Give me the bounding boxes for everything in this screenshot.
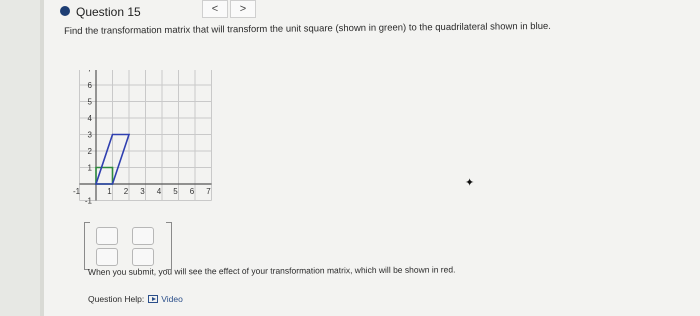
left-panel-strip	[0, 0, 44, 316]
video-help-link[interactable]: Video	[148, 294, 183, 304]
y-tick-label: 6	[88, 81, 93, 90]
y-tick-label: 2	[88, 147, 93, 156]
question-help: Question Help: Video	[88, 294, 183, 304]
y-tick-label: 1	[88, 164, 93, 173]
x-tick-label: 2	[124, 187, 129, 196]
y-tick-label: 5	[88, 98, 93, 107]
x-tick-label: 1	[107, 187, 112, 196]
next-question-button[interactable]: >	[230, 0, 256, 18]
graph-canvas: 7 6 5 4 3 2 1 -1 -1 1 2 3 4 5 6 7	[73, 70, 212, 206]
x-tick-label: -1	[73, 187, 81, 196]
y-tick-label: 3	[88, 131, 93, 140]
y-tick-label: 4	[88, 114, 93, 123]
x-tick-label: 3	[140, 187, 145, 196]
question-help-label: Question Help:	[88, 294, 145, 304]
matrix-cell-r2c2[interactable]	[132, 248, 154, 266]
matrix-input	[84, 222, 174, 272]
mouse-cursor-icon: ✦	[465, 177, 475, 189]
matrix-cell-r1c1[interactable]	[96, 227, 118, 245]
y-tick-label: 7	[88, 70, 93, 74]
y-tick-label: -1	[85, 197, 93, 206]
previous-question-button[interactable]: <	[202, 0, 228, 18]
matrix-right-bracket	[166, 222, 172, 270]
matrix-cell-r1c2[interactable]	[132, 227, 154, 245]
question-header: Question 15 ▾ < >	[46, 0, 700, 24]
matrix-cell-r2c1[interactable]	[96, 248, 118, 266]
question-title: Question 15	[76, 5, 141, 19]
x-tick-label: 4	[157, 187, 162, 196]
x-tick-label: 6	[190, 187, 195, 196]
left-panel-edge	[40, 0, 44, 316]
video-link-label: Video	[161, 294, 183, 304]
x-tick-label: 5	[173, 187, 178, 196]
transformation-graph: 7 6 5 4 3 2 1 -1 -1 1 2 3 4 5 6 7	[68, 70, 218, 210]
x-tick-label: 7	[206, 187, 211, 196]
matrix-left-bracket	[84, 222, 90, 270]
question-status-dot	[60, 6, 70, 16]
submit-note: When you submit, you will see the effect…	[88, 264, 456, 277]
video-icon	[148, 295, 159, 303]
